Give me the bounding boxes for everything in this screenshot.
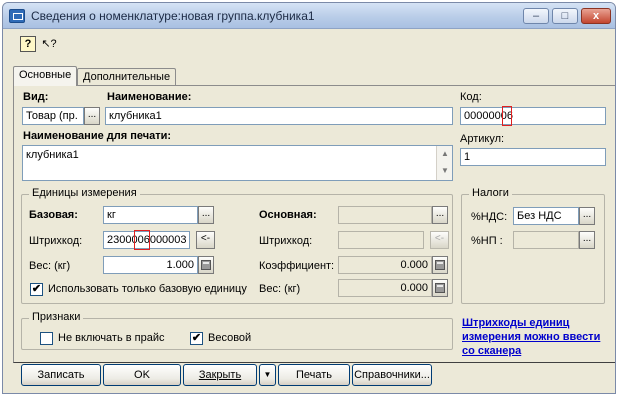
features-group-title: Признаки	[29, 311, 84, 323]
exclude-from-price-checkbox[interactable]	[40, 332, 53, 345]
tab-additional[interactable]: Дополнительные	[77, 68, 177, 86]
print-name-scrollbar[interactable]: ▲ ▼	[436, 146, 452, 180]
main-unit-label: Основная:	[259, 209, 317, 221]
context-help-pointer-icon[interactable]: ↖?	[41, 36, 57, 52]
base-unit-field[interactable]: кг	[103, 206, 198, 224]
calculator-icon	[435, 260, 445, 270]
vat-field[interactable]: Без НДС	[513, 207, 579, 225]
weight-label: Вес: (кг)	[29, 260, 71, 272]
scroll-up-arrow-icon[interactable]: ▲	[437, 146, 453, 162]
weighted-checkbox[interactable]: ✔	[190, 332, 203, 345]
weight-calc-button[interactable]	[198, 256, 214, 274]
article-field[interactable]: 1	[460, 148, 606, 166]
coefficient-field[interactable]: 0.000	[338, 256, 432, 274]
scanner-hint-line-2: измерения можно ввести	[462, 331, 601, 343]
print-name-text: клубника1	[26, 149, 79, 161]
scanner-hint-line-1: Штрихкоды единиц	[462, 317, 570, 329]
vat-label: %НДС:	[471, 211, 508, 223]
print-button[interactable]: Печать	[278, 364, 350, 386]
main-weight-label: Вес: (кг)	[259, 283, 301, 295]
barcode-digit-highlight	[134, 230, 150, 250]
sales-tax-label: %НП :	[471, 235, 503, 247]
units-group-title: Единицы измерения	[29, 187, 140, 199]
close-window-button[interactable]: x	[581, 8, 611, 24]
main-unit-field[interactable]	[338, 206, 432, 224]
type-field[interactable]: Товар (пр.	[22, 107, 84, 125]
only-base-unit-checkbox[interactable]: ✔	[30, 283, 43, 296]
vat-select-button[interactable]: ...	[579, 207, 595, 225]
ok-button[interactable]: OK	[103, 364, 181, 386]
help-icon[interactable]: ?	[20, 36, 36, 52]
type-select-button[interactable]: ...	[84, 107, 100, 125]
minimize-button[interactable]: –	[523, 8, 549, 24]
base-unit-select-button[interactable]: ...	[198, 206, 214, 224]
coefficient-label: Коэффициент:	[259, 260, 335, 272]
article-label: Артикул:	[460, 133, 505, 145]
only-base-unit-label: Использовать только базовую единицу	[48, 283, 247, 295]
references-button[interactable]: Справочники...	[352, 364, 432, 386]
main-barcode-scan-button[interactable]: <-	[430, 231, 449, 249]
close-options-dropdown[interactable]: ▼	[259, 364, 276, 386]
sales-tax-select-button[interactable]: ...	[579, 231, 595, 249]
exclude-from-price-label: Не включать в прайс	[58, 332, 165, 344]
base-unit-label: Базовая:	[29, 209, 78, 221]
title-bar[interactable]: Сведения о номенклатуре:новая группа.клу…	[3, 3, 615, 29]
print-name-field[interactable]: клубника1 ▲ ▼	[22, 145, 453, 181]
barcode-scan-button[interactable]: <-	[196, 231, 215, 249]
scanner-hint-link[interactable]: Штрихкоды единиц измерения можно ввести …	[462, 316, 612, 358]
type-label: Вид:	[23, 91, 49, 103]
main-weight-field[interactable]: 0.000	[338, 279, 432, 297]
main-unit-select-button[interactable]: ...	[432, 206, 448, 224]
save-button[interactable]: Записать	[21, 364, 101, 386]
scroll-down-arrow-icon[interactable]: ▼	[437, 163, 453, 179]
calculator-icon	[201, 260, 211, 270]
sales-tax-field[interactable]	[513, 231, 579, 249]
code-label: Код:	[460, 91, 482, 103]
main-weight-calc-button[interactable]	[432, 279, 448, 297]
print-name-label: Наименование для печати:	[23, 130, 172, 142]
window-title: Сведения о номенклатуре:новая группа.клу…	[31, 9, 315, 23]
close-button[interactable]: Закрыть	[183, 364, 257, 386]
weight-field[interactable]: 1.000	[103, 256, 198, 274]
main-barcode-field[interactable]	[338, 231, 424, 249]
item-card-window: Сведения о номенклатуре:новая группа.клу…	[2, 2, 616, 394]
window-app-icon	[9, 9, 25, 23]
calculator-icon	[435, 283, 445, 293]
main-barcode-label: Штрихкод:	[259, 235, 313, 247]
code-field[interactable]: 00000006	[460, 107, 606, 125]
code-digit-highlight	[502, 106, 512, 126]
tab-main[interactable]: Основные	[13, 66, 78, 86]
barcode-label: Штрихкод:	[29, 235, 83, 247]
name-field[interactable]: клубника1	[105, 107, 453, 125]
name-label: Наименование:	[107, 91, 192, 103]
maximize-button[interactable]: □	[552, 8, 578, 24]
scanner-hint-line-3: со сканера	[462, 345, 522, 357]
weighted-label: Весовой	[208, 332, 252, 344]
coefficient-calc-button[interactable]	[432, 256, 448, 274]
taxes-group-title: Налоги	[469, 187, 512, 199]
